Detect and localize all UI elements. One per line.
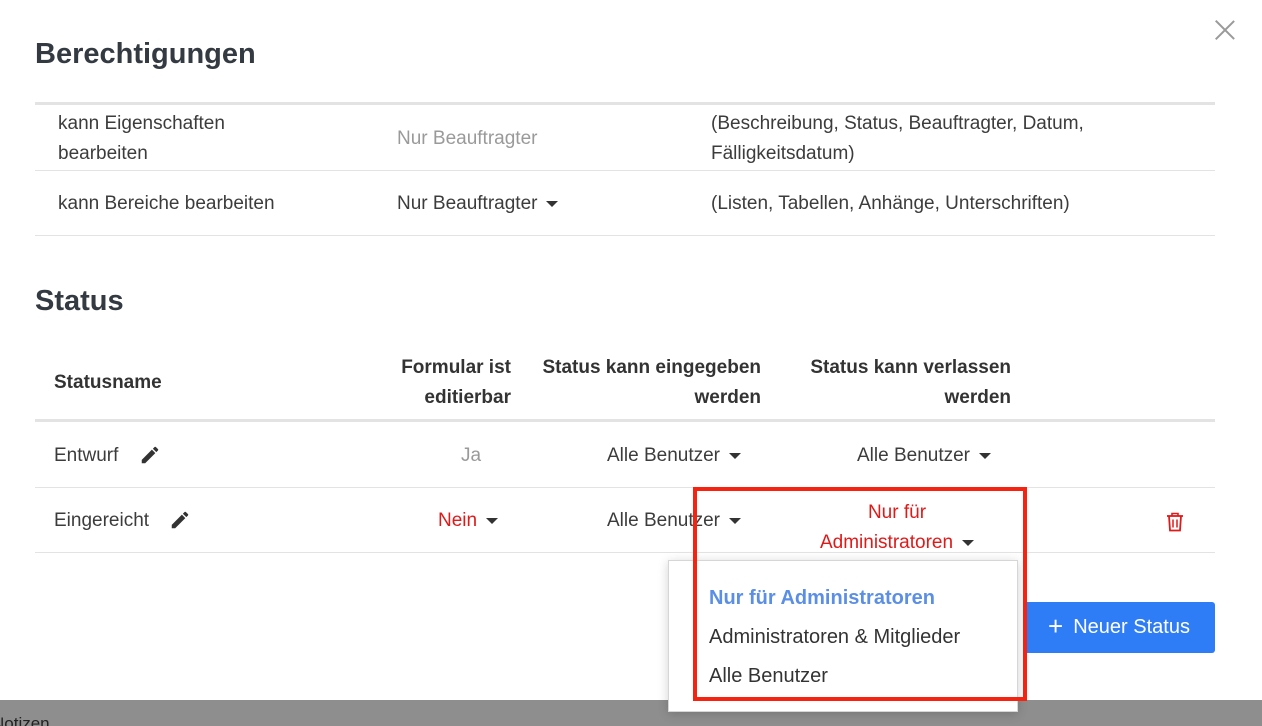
caret-down-icon — [962, 539, 975, 546]
header-line: Status kann verlassen — [810, 357, 1011, 378]
status-header-divider — [35, 419, 1215, 422]
status-enter-dropdown-eingereicht[interactable]: Alle Benutzer — [607, 506, 742, 536]
permission-note-edit-properties: (Beschreibung, Status, Beauftragter, Dat… — [711, 109, 1084, 169]
plus-icon: + — [1048, 611, 1064, 641]
permission-dropdown-edit-sections[interactable]: Nur Beauftragter — [397, 189, 559, 219]
status-name-eingereicht: Eingereicht — [54, 510, 150, 531]
status-title: Status — [35, 285, 124, 317]
permission-label-line: kann Eigenschaften — [58, 113, 225, 134]
caret-down-icon — [979, 452, 992, 459]
status-name-entwurf: Entwurf — [54, 445, 119, 466]
dropdown-value: Alle Benutzer — [857, 445, 971, 466]
status-editable-dropdown-eingereicht[interactable]: Nein — [438, 506, 499, 536]
permission-label-line: bearbeiten — [58, 143, 148, 164]
row-divider — [35, 487, 1215, 488]
permission-label-edit-sections: kann Bereiche bearbeiten — [58, 193, 275, 214]
permissions-divider — [35, 102, 1215, 105]
header-line: Formular ist — [401, 357, 511, 378]
page-backdrop: Notizen — [0, 700, 1262, 726]
row-divider — [35, 552, 1215, 553]
caret-down-icon — [729, 517, 742, 524]
permission-value-edit-properties: Nur Beauftragter — [397, 128, 538, 149]
dropdown-option-admins-only[interactable]: Nur für Administratoren — [709, 587, 935, 610]
status-enter-dropdown-entwurf[interactable]: Alle Benutzer — [607, 441, 742, 471]
header-line: editierbar — [424, 387, 511, 408]
dropdown-value: Alle Benutzer — [607, 510, 721, 531]
caret-down-icon — [729, 452, 742, 459]
backdrop-notes-label: Notizen — [0, 714, 50, 726]
dropdown-option-all-users[interactable]: Alle Benutzer — [709, 665, 828, 688]
new-status-label: Neuer Status — [1073, 616, 1190, 638]
pencil-icon[interactable] — [139, 444, 161, 466]
dropdown-value: Nur Beauftragter — [397, 193, 538, 214]
permissions-title: Berechtigungen — [35, 38, 256, 70]
dropdown-value-line: Administratoren — [819, 532, 954, 553]
dropdown-value: Nein — [438, 510, 478, 531]
permission-note-line: Fälligkeitsdatum) — [711, 143, 855, 164]
permission-note-line: (Beschreibung, Status, Beauftragter, Dat… — [711, 113, 1084, 134]
trash-icon[interactable] — [1165, 511, 1185, 533]
header-line: werden — [694, 387, 761, 408]
permission-note-edit-sections: (Listen, Tabellen, Anhänge, Unterschrift… — [711, 193, 1070, 214]
status-leave-dropdown-eingereicht[interactable]: Nur für Administratoren — [797, 498, 997, 558]
dropdown-value-line: Nur für — [867, 502, 927, 523]
row-divider — [35, 235, 1215, 236]
header-line: Status kann eingegeben — [542, 357, 761, 378]
permission-dropdown-menu: Nur für Administratoren Administratoren … — [668, 560, 1018, 712]
close-icon[interactable] — [1212, 17, 1238, 43]
status-editable-entwurf: Ja — [461, 445, 482, 466]
row-divider — [35, 170, 1215, 171]
header-status-name: Statusname — [54, 372, 162, 393]
caret-down-icon — [486, 517, 499, 524]
header-form-editable: Formular ist editierbar — [360, 353, 511, 413]
header-status-enter: Status kann eingegeben werden — [520, 353, 761, 413]
permission-label-edit-properties: kann Eigenschaften bearbeiten — [58, 109, 225, 169]
header-line: werden — [944, 387, 1011, 408]
new-status-button[interactable]: + Neuer Status — [1023, 602, 1215, 653]
status-leave-dropdown-entwurf[interactable]: Alle Benutzer — [857, 441, 992, 471]
pencil-icon[interactable] — [169, 509, 191, 531]
dropdown-value: Alle Benutzer — [607, 445, 721, 466]
header-status-leave: Status kann verlassen werden — [780, 353, 1011, 413]
caret-down-icon — [546, 200, 559, 207]
dropdown-option-admins-members[interactable]: Administratoren & Mitglieder — [709, 626, 960, 649]
